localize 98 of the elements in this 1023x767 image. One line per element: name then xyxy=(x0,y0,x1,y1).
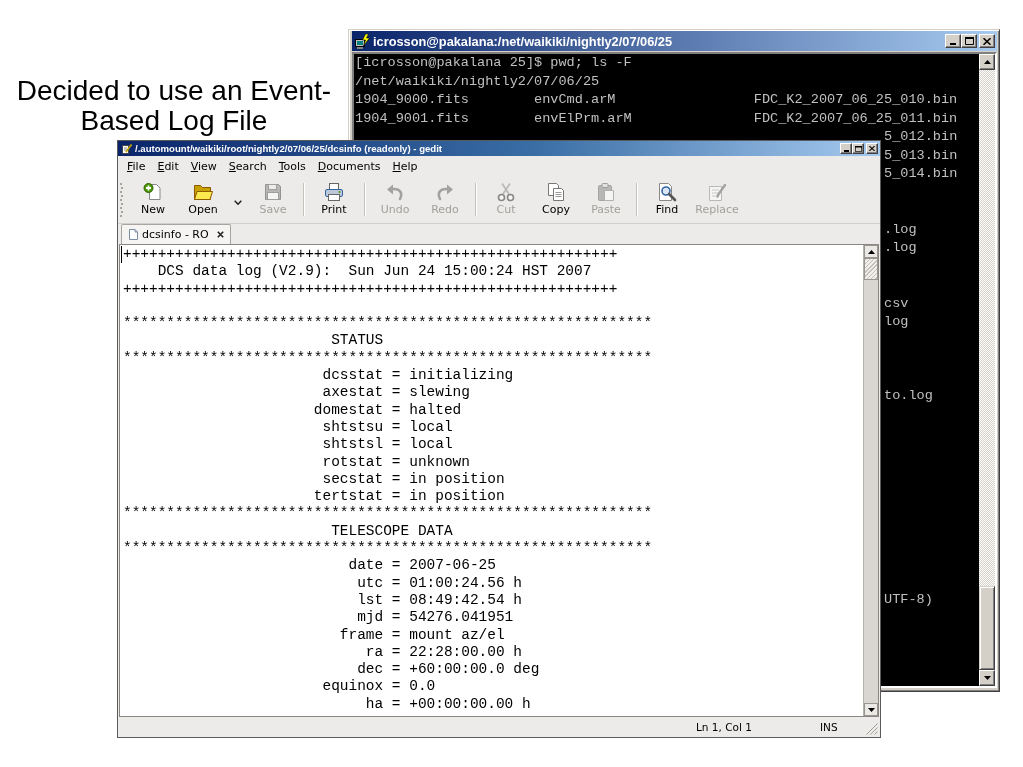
log-field: axestat = slewing xyxy=(322,384,470,401)
log-field: utc = 01:00:24.56 h xyxy=(357,574,522,591)
rule-text: ************************************************************* xyxy=(123,505,653,522)
scrollbar[interactable] xyxy=(863,245,878,716)
log-field: tertstat = in position xyxy=(313,488,505,505)
document-icon xyxy=(129,229,138,240)
copy-button[interactable]: Copy xyxy=(531,176,581,223)
insert-mode: INS xyxy=(820,721,838,733)
resize-grip-icon[interactable] xyxy=(866,723,878,735)
close-icon xyxy=(983,37,991,45)
computer-icon xyxy=(355,33,370,49)
rule-text: ************************************************************* xyxy=(123,349,653,366)
scroll-down-button[interactable] xyxy=(864,703,878,716)
rule-text: ************************************************************* xyxy=(123,540,653,557)
log-title: DCS data log (V2.9): Sun Jun 24 15:00:24 HST 2007 xyxy=(157,263,592,280)
close-icon[interactable] xyxy=(216,231,224,238)
log-field: ra = 22:28:00.00 h xyxy=(365,643,522,660)
print-button[interactable]: Print xyxy=(309,176,359,223)
section-heading: STATUS xyxy=(331,332,384,349)
copy-icon xyxy=(546,181,566,202)
terminal-text: csv xyxy=(884,295,909,311)
close-button[interactable] xyxy=(979,34,995,48)
log-field: dcsstat = initializing xyxy=(322,367,514,384)
text-cursor xyxy=(121,246,122,263)
file-name: envElPrm.arM xyxy=(534,109,633,128)
log-field: mjd = 54276.041951 xyxy=(357,609,514,626)
log-field: secstat = in position xyxy=(322,470,505,487)
menu-item[interactable]: Search xyxy=(222,158,273,174)
file-name: FDC_K2_2007_06_25_010.bin xyxy=(753,91,958,109)
terminal-text: 5_014.bin xyxy=(884,166,958,181)
maximize-button[interactable] xyxy=(852,143,864,154)
terminal-text: 5_012.bin xyxy=(884,129,958,144)
terminal-text: .log xyxy=(884,221,917,237)
up-arrow-icon xyxy=(867,249,875,254)
window-title: icrosson@pakalana:/net/waikiki/nightly2/07/06/25 xyxy=(373,33,674,49)
log-field: rotstat = unknown xyxy=(322,453,470,470)
scissors-icon xyxy=(496,181,516,202)
terminal-text: UTF-8) xyxy=(884,591,933,607)
rule-text: +++++++++++++++++++++++++++++++++++++++++++++++++++++++++ xyxy=(123,246,618,262)
log-field: ha = +00:00:00.00 h xyxy=(365,695,531,712)
caret-icon xyxy=(234,200,242,205)
menu-item[interactable]: Documents xyxy=(311,158,387,174)
file-name: FDC_K2_2007_06_25_011.bin xyxy=(753,109,958,128)
close-icon xyxy=(869,146,875,151)
up-arrow-icon xyxy=(983,60,991,64)
log-field: equinox = 0.0 xyxy=(322,678,436,695)
printer-icon xyxy=(324,181,344,202)
open-button[interactable]: Open xyxy=(178,176,228,223)
grip-icon[interactable] xyxy=(120,182,123,217)
find-button[interactable]: Find xyxy=(642,176,692,223)
document-pen-icon xyxy=(707,181,727,202)
menu-item[interactable]: File xyxy=(121,158,152,174)
scroll-up-button[interactable] xyxy=(864,245,878,258)
minimize-button[interactable] xyxy=(945,34,961,48)
log-field: lst = 08:49:42.54 h xyxy=(357,591,522,608)
scrollbar-thumb[interactable] xyxy=(979,586,995,670)
log-field: domestat = halted xyxy=(313,401,462,418)
scrollbar[interactable] xyxy=(979,54,995,686)
maximize-icon xyxy=(854,145,862,152)
search-icon xyxy=(657,181,677,202)
file-name: 1904_9001.fits xyxy=(355,109,470,128)
file-name: 1904_9000.fits xyxy=(355,91,470,109)
terminal-text: 5_013.bin xyxy=(884,147,958,163)
section-heading: TELESCOPE DATA xyxy=(331,522,453,539)
log-field: shtstsu = local xyxy=(322,418,453,435)
window-title: /.automount/waikiki/root/nightly2/07/06/25/dcsinfo (readonly) - gedit xyxy=(135,143,444,154)
down-arrow-icon xyxy=(867,707,875,712)
rule-text: ************************************************************* xyxy=(123,315,653,332)
maximize-button[interactable] xyxy=(961,34,977,48)
down-arrow-icon xyxy=(983,676,991,680)
menu-item[interactable]: Help xyxy=(386,158,424,174)
scrollbar-thumb[interactable] xyxy=(864,258,878,280)
minimize-button[interactable] xyxy=(840,143,852,154)
menu-item[interactable]: Tools xyxy=(272,158,312,174)
minimize-icon xyxy=(843,149,849,152)
minimize-icon xyxy=(950,42,956,45)
cursor-position: Ln 1, Col 1 xyxy=(696,721,752,733)
log-field: shtstsl = local xyxy=(322,436,453,453)
menu-item[interactable]: Edit xyxy=(151,158,185,174)
log-field: date = 2007-06-25 xyxy=(348,557,496,574)
clipboard-icon xyxy=(596,181,616,202)
file-name: envCmd.arM xyxy=(534,91,617,109)
slide-caption: Decided to use an Event-Based Log File xyxy=(15,76,333,136)
terminal-text: to.log xyxy=(884,388,933,403)
new-button[interactable]: New xyxy=(128,176,178,223)
log-field: dec = +60:00:00.0 deg xyxy=(357,661,540,678)
rule-text: +++++++++++++++++++++++++++++++++++++++++++++++++++++++++ xyxy=(123,280,618,297)
document-plus-icon xyxy=(143,181,163,202)
maximize-icon xyxy=(964,37,974,45)
document-tab[interactable]: dcsinfo - RO xyxy=(121,224,231,244)
terminal-line: /net/waikiki/nightly2/07/06/25 xyxy=(355,73,600,89)
notepad-icon xyxy=(122,143,132,154)
terminal-text: log xyxy=(884,314,909,329)
log-field: frame = mount az/el xyxy=(339,626,505,643)
menu-item[interactable]: View xyxy=(184,158,223,174)
terminal-line: [icrosson@pakalana 25]$ pwd; ls -F xyxy=(355,55,632,70)
terminal-text: .log xyxy=(884,240,917,255)
close-button[interactable] xyxy=(866,143,878,154)
